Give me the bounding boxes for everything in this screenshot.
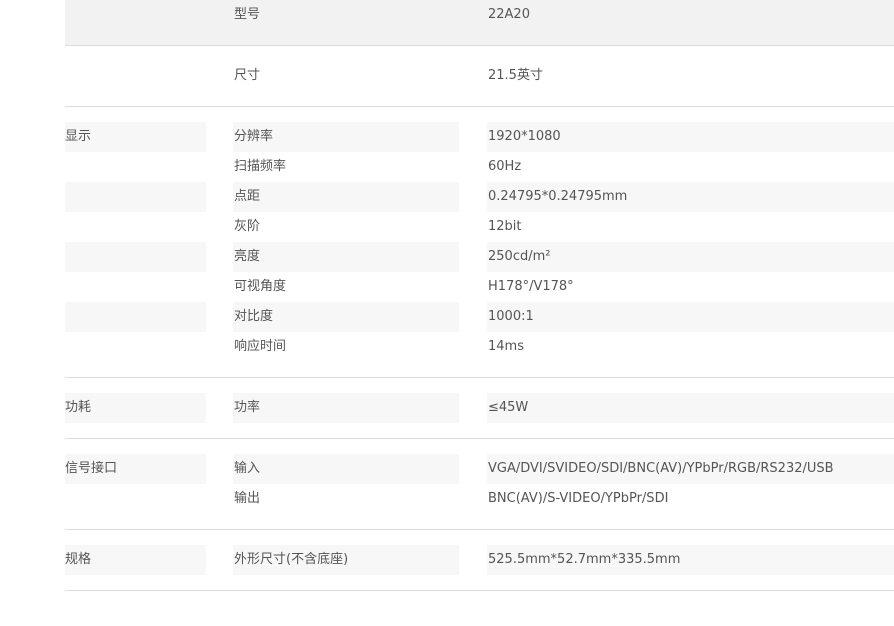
spec-label: 输出: [234, 491, 261, 506]
spec-value: 250cd/m²: [487, 242, 894, 272]
table-row: 可视角度 H178°/V178°: [65, 272, 894, 302]
spec-category-blank: [65, 242, 206, 272]
spec-category: 信号接口: [65, 454, 206, 484]
spec-table: 型号 22A20 尺寸 21.5英寸 显示 分辨率 1920*1080 扫描频率…: [65, 0, 894, 591]
spec-value: 22A20: [488, 7, 530, 22]
spec-label: 型号: [234, 7, 261, 22]
spec-value: 1000:1: [487, 302, 894, 332]
spec-value: 21.5英寸: [488, 68, 543, 83]
spec-label: 可视角度: [234, 279, 287, 294]
spec-label: 分辨率: [233, 122, 459, 152]
spec-label: 亮度: [233, 242, 459, 272]
spec-group-dimensions: 规格 外形尺寸(不含底座) 525.5mm*52.7mm*335.5mm: [65, 530, 894, 591]
spec-value: 12bit: [488, 219, 522, 234]
spec-value: 0.24795*0.24795mm: [487, 182, 894, 212]
spec-value: 60Hz: [488, 159, 522, 174]
spec-group-model: 型号 22A20: [65, 0, 894, 46]
spec-label: 输入: [233, 454, 459, 484]
spec-value: BNC(AV)/S-VIDEO/YPbPr/SDI: [488, 491, 669, 506]
table-row: 灰阶 12bit: [65, 212, 894, 242]
spec-value: 1920*1080: [487, 122, 894, 152]
spec-category-blank: [65, 302, 206, 332]
spec-category: 规格: [65, 545, 206, 575]
table-row: 功耗 功率 ≤45W: [65, 393, 894, 423]
spec-label: 点距: [233, 182, 459, 212]
spec-value: VGA/DVI/SVIDEO/SDI/BNC(AV)/YPbPr/RGB/RS2…: [487, 454, 894, 484]
spec-label: 对比度: [233, 302, 459, 332]
table-row: 扫描频率 60Hz: [65, 152, 894, 182]
spec-value: 525.5mm*52.7mm*335.5mm: [487, 545, 894, 575]
spec-label: 灰阶: [234, 219, 261, 234]
table-row: 亮度 250cd/m²: [65, 242, 894, 272]
spec-value: H178°/V178°: [488, 279, 574, 294]
spec-group-display: 显示 分辨率 1920*1080 扫描频率 60Hz 点距 0.24795*0.…: [65, 107, 894, 378]
spec-label: 功率: [233, 393, 459, 423]
table-row: 对比度 1000:1: [65, 302, 894, 332]
table-row: 点距 0.24795*0.24795mm: [65, 182, 894, 212]
spec-category: 显示: [65, 122, 206, 152]
spec-group-signal: 信号接口 输入 VGA/DVI/SVIDEO/SDI/BNC(AV)/YPbPr…: [65, 439, 894, 530]
spec-category: 功耗: [65, 393, 206, 423]
spec-label: 扫描频率: [234, 159, 287, 174]
table-row: 信号接口 输入 VGA/DVI/SVIDEO/SDI/BNC(AV)/YPbPr…: [65, 454, 894, 484]
table-row: 输出 BNC(AV)/S-VIDEO/YPbPr/SDI: [65, 484, 894, 514]
spec-label: 尺寸: [234, 68, 261, 83]
table-row: 规格 外形尺寸(不含底座) 525.5mm*52.7mm*335.5mm: [65, 545, 894, 575]
table-row: 显示 分辨率 1920*1080: [65, 122, 894, 152]
spec-group-power: 功耗 功率 ≤45W: [65, 378, 894, 439]
spec-value: 14ms: [488, 339, 524, 354]
spec-group-size: 尺寸 21.5英寸: [65, 46, 894, 107]
spec-label: 外形尺寸(不含底座): [233, 545, 459, 575]
spec-category-blank: [65, 182, 206, 212]
spec-label: 响应时间: [234, 339, 287, 354]
spec-value: ≤45W: [487, 393, 894, 423]
table-row: 响应时间 14ms: [65, 332, 894, 362]
